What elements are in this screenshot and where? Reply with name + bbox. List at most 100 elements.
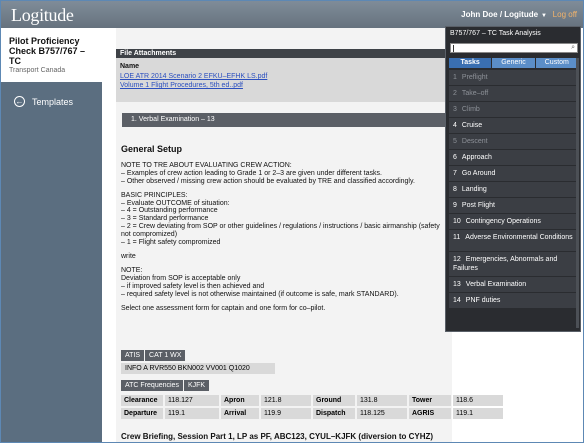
note-paragraph: NOTE TO TRE ABOUT EVALUATING CREW ACTION… bbox=[121, 161, 415, 185]
user-menu[interactable]: John Doe / Logitude ▼ bbox=[461, 10, 547, 19]
task-label: Adverse Environmental Conditions bbox=[465, 234, 573, 241]
magnifier-icon[interactable]: ⌕ bbox=[571, 44, 575, 52]
task-item[interactable]: 6 Approach bbox=[449, 150, 579, 165]
sop-note-paragraph: NOTE: Deviation from SOP is acceptable o… bbox=[121, 266, 399, 298]
task-label: Go Around bbox=[461, 170, 496, 177]
atis-label: ATIS bbox=[121, 350, 145, 361]
template-title: Pilot Proficiency Check B757/767 – TC bbox=[9, 36, 86, 66]
freq-value: 118.6 bbox=[453, 395, 503, 406]
atc-airport: KJFK bbox=[183, 380, 210, 391]
task-item[interactable]: 8 Landing bbox=[449, 182, 579, 197]
task-number: 6 bbox=[453, 154, 457, 161]
sidebar-header: Pilot Proficiency Check B757/767 – TC Tr… bbox=[1, 28, 102, 82]
freq-value: 119.9 bbox=[261, 408, 311, 419]
task-label: Contingency Operations bbox=[465, 218, 541, 225]
section-content: General Setup NOTE TO TRE ABOUT EVALUATI… bbox=[121, 144, 451, 318]
write-text: write bbox=[121, 252, 136, 260]
freq-key: Apron bbox=[221, 395, 259, 406]
task-item[interactable]: 11 Adverse Environmental Conditions bbox=[449, 230, 579, 251]
task-item[interactable]: 2 Take–off bbox=[449, 86, 579, 101]
file-attachments-list: Name LOE ATR 2014 Scenario 2 EFKU–EFHK L… bbox=[116, 58, 461, 102]
file-attachments-header: File Attachments bbox=[116, 49, 461, 58]
atis-info: INFO A RVR550 BKN002 VV001 Q1020 bbox=[121, 363, 275, 374]
task-label: Emergencies, Abnormals and Failures bbox=[453, 256, 558, 272]
task-number: 8 bbox=[453, 186, 457, 193]
select-form-paragraph: Select one assessment form for captain a… bbox=[121, 304, 326, 312]
frequency-table: Clearance 118.127 Apron 121.8 Ground 131… bbox=[119, 393, 505, 421]
task-analysis-panel: B757/767 – TC Task Analysis ⌕ Tasks Gene… bbox=[445, 26, 581, 332]
task-item[interactable]: 14 PNF duties bbox=[449, 293, 579, 308]
freq-value: 119.1 bbox=[165, 408, 219, 419]
task-number: 4 bbox=[453, 122, 457, 129]
task-number: 2 bbox=[453, 90, 457, 97]
task-number: 11 bbox=[453, 234, 461, 241]
top-bar: Logitude John Doe / Logitude ▼ Log off bbox=[1, 1, 583, 28]
freq-value: 121.8 bbox=[261, 395, 311, 406]
freq-key: Ground bbox=[313, 395, 355, 406]
freq-key: Tower bbox=[409, 395, 451, 406]
freq-key: AGRIS bbox=[409, 408, 451, 419]
name-column-header: Name bbox=[120, 63, 140, 70]
tab-tasks[interactable]: Tasks bbox=[449, 58, 492, 68]
task-label: Landing bbox=[461, 186, 487, 193]
task-item[interactable]: 3 Climb bbox=[449, 102, 579, 117]
template-subtitle: Transport Canada bbox=[9, 67, 66, 74]
task-item[interactable]: 9 Post Flight bbox=[449, 198, 579, 213]
task-item[interactable]: 5 Descent bbox=[449, 134, 579, 149]
task-list: 1 Preflight 2 Take–off 3 Climb 4 Cruise 5 Descent… bbox=[449, 70, 579, 309]
task-label: PNF duties bbox=[465, 297, 501, 304]
templates-back-link[interactable]: ← Templates bbox=[14, 96, 73, 107]
task-label: Cruise bbox=[461, 122, 483, 129]
task-number: 10 bbox=[453, 218, 461, 225]
atis-category: CAT 1 WX bbox=[145, 350, 186, 361]
logoff-link[interactable]: Log off bbox=[553, 10, 577, 19]
section-header-bar[interactable]: 1. Verbal Examination – 13 bbox=[122, 113, 452, 127]
app-window: Logitude John Doe / Logitude ▼ Log off Pi… bbox=[1, 1, 583, 442]
templates-label: Templates bbox=[32, 96, 74, 107]
task-label: Preflight bbox=[461, 74, 488, 81]
panel-scrollbar[interactable] bbox=[576, 58, 579, 328]
back-arrow-icon: ← bbox=[14, 96, 25, 107]
table-row: Clearance 118.127 Apron 121.8 Ground 131… bbox=[121, 395, 503, 406]
task-label: Descent bbox=[461, 138, 488, 145]
task-number: 7 bbox=[453, 170, 457, 177]
task-item[interactable]: 7 Go Around bbox=[449, 166, 579, 181]
task-item[interactable]: 13 Verbal Examination bbox=[449, 277, 579, 292]
chevron-down-icon: ▼ bbox=[541, 13, 547, 19]
task-number: 9 bbox=[453, 202, 457, 209]
task-number: 5 bbox=[453, 138, 457, 145]
task-number: 1 bbox=[453, 74, 457, 81]
user-name: John Doe / Logitude bbox=[461, 10, 539, 19]
task-number: 12 bbox=[453, 256, 461, 263]
task-item[interactable]: 4 Cruise bbox=[449, 118, 579, 133]
task-label: Post Flight bbox=[461, 202, 495, 209]
section-heading: General Setup bbox=[121, 144, 183, 154]
atc-frequencies-block: ATC Frequencies KJFK Clearance 118.127 Ap… bbox=[121, 374, 505, 421]
task-number: 13 bbox=[453, 281, 461, 288]
task-label: Verbal Examination bbox=[465, 281, 527, 288]
table-row: Departure 119.1 Arrival 119.9 Dispatch 1… bbox=[121, 408, 503, 419]
panel-title: B757/767 – TC Task Analysis bbox=[450, 30, 541, 37]
freq-value: 118.125 bbox=[357, 408, 407, 419]
task-item[interactable]: 1 Preflight bbox=[449, 70, 579, 85]
attachment-link[interactable]: Volume 1 Flight Procedures, 5th ed..pdf bbox=[120, 82, 457, 89]
crew-briefing-heading: Crew Briefing, Session Part 1, LP as PF,… bbox=[121, 432, 434, 441]
tab-custom[interactable]: Custom bbox=[535, 58, 578, 68]
tab-generic[interactable]: Generic bbox=[492, 58, 535, 68]
principles-paragraph: BASIC PRINCIPLES: – Evaluate OUTCOME of … bbox=[121, 191, 440, 247]
atc-label: ATC Frequencies bbox=[121, 380, 183, 391]
task-label: Climb bbox=[461, 106, 480, 113]
task-search-input[interactable]: ⌕ bbox=[450, 43, 578, 53]
task-item[interactable]: 10 Contingency Operations bbox=[449, 214, 579, 229]
freq-value: 131.8 bbox=[357, 395, 407, 406]
task-item[interactable]: 12 Emergencies, Abnormals and Failures bbox=[449, 252, 579, 276]
task-number: 3 bbox=[453, 106, 457, 113]
text-cursor bbox=[453, 45, 454, 52]
task-label: Take–off bbox=[461, 90, 489, 97]
freq-key: Dispatch bbox=[313, 408, 355, 419]
app-logo: Logitude bbox=[11, 5, 74, 25]
task-number: 14 bbox=[453, 297, 461, 304]
freq-key: Arrival bbox=[221, 408, 259, 419]
attachment-link[interactable]: LOE ATR 2014 Scenario 2 EFKU–EFHK LS.pdf bbox=[120, 73, 457, 80]
atis-block: ATIS CAT 1 WX INFO A RVR550 BKN002 VV001 … bbox=[121, 344, 275, 374]
